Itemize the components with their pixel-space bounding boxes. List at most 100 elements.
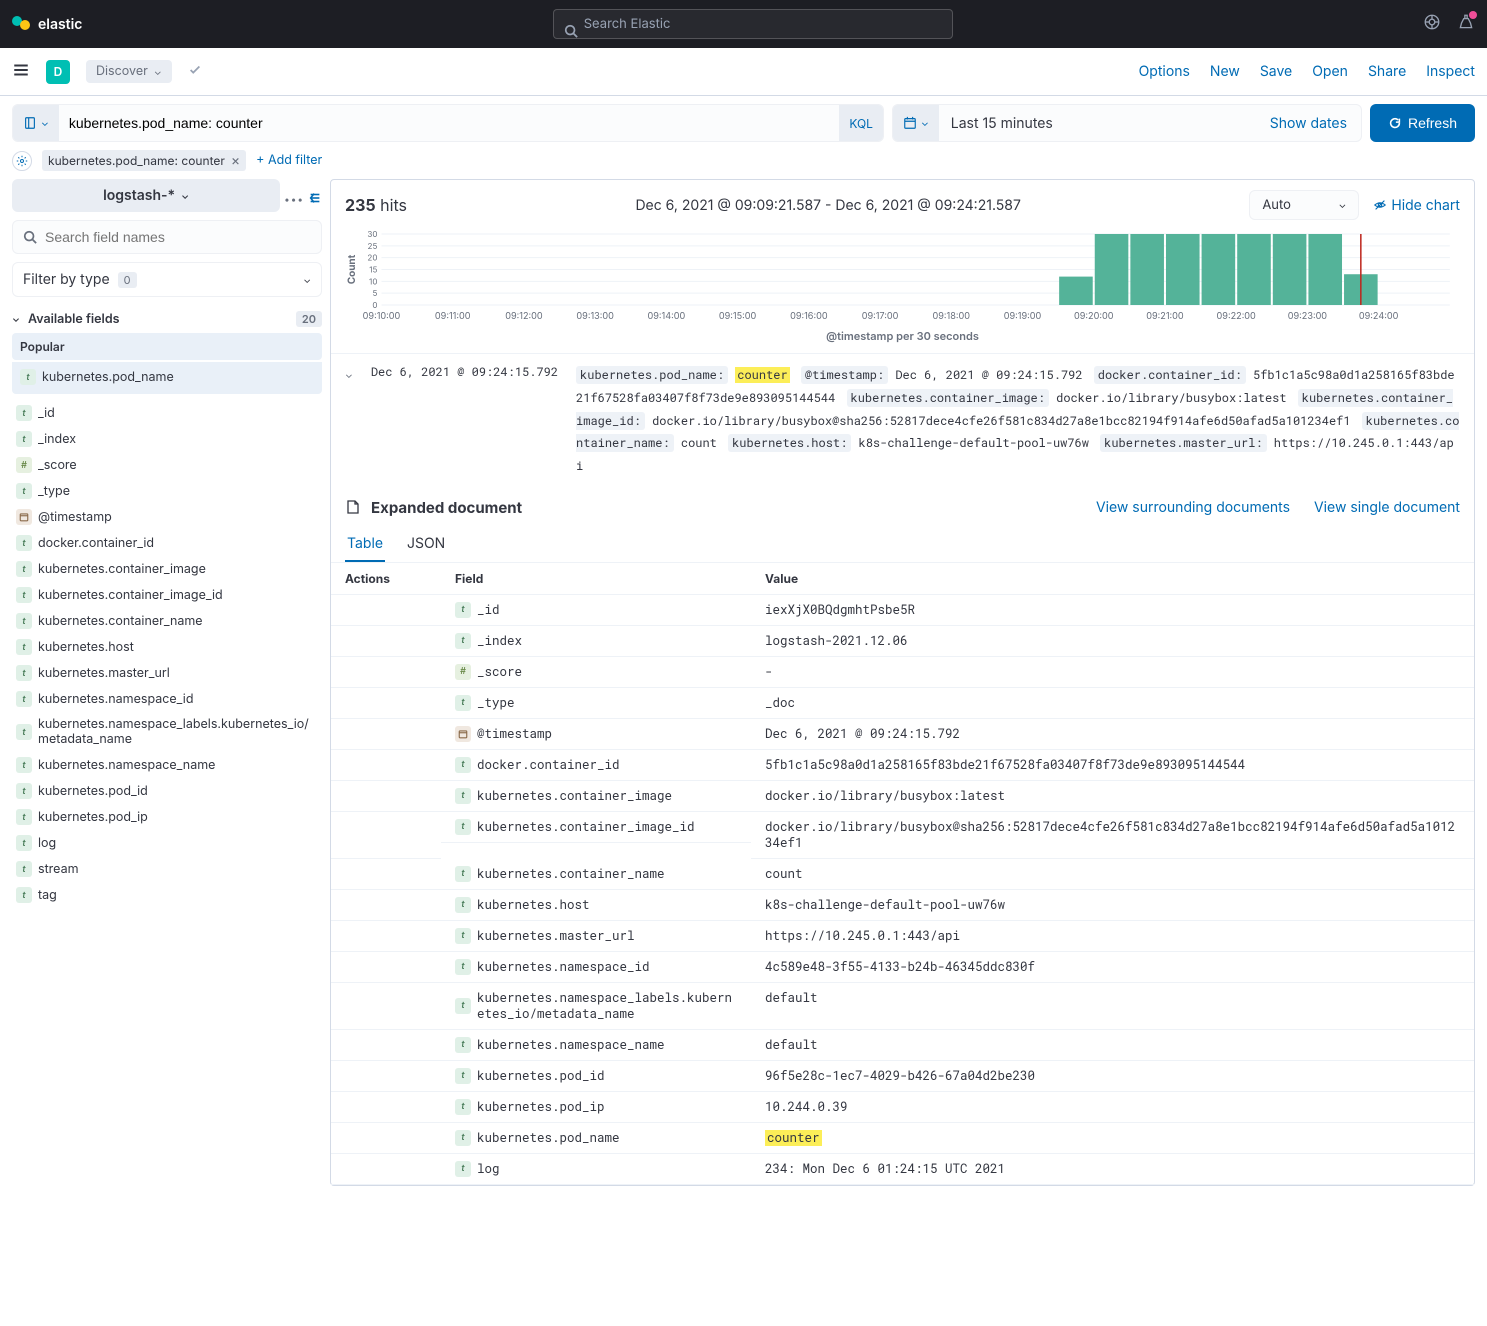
- row-field: t_type: [441, 688, 751, 719]
- filter-by-type[interactable]: Filter by type 0 ⌄: [12, 262, 322, 297]
- search-icon: [564, 24, 578, 38]
- date-range-label[interactable]: Last 15 minutes: [939, 105, 1256, 141]
- collapse-icon[interactable]: [308, 191, 322, 208]
- th-field: Field: [441, 563, 751, 595]
- row-actions[interactable]: [331, 719, 441, 750]
- field-item[interactable]: tkubernetes.pod_id: [12, 778, 322, 804]
- field-item[interactable]: tkubernetes.pod_name: [16, 364, 318, 390]
- svg-text:5: 5: [372, 288, 377, 298]
- query-input[interactable]: [59, 105, 840, 141]
- row-field: tkubernetes.container_image: [441, 781, 751, 812]
- field-item[interactable]: tkubernetes.pod_ip: [12, 804, 322, 830]
- space-avatar[interactable]: D: [46, 60, 70, 84]
- row-actions[interactable]: [331, 750, 441, 781]
- eye-closed-icon: [1373, 198, 1387, 212]
- filter-pill[interactable]: kubernetes.pod_name: counter ×: [42, 150, 246, 171]
- document-row: ⌄ Dec 6, 2021 @ 09:24:15.792 kubernetes.…: [331, 353, 1474, 488]
- field-search-input[interactable]: [45, 229, 311, 245]
- expand-toggle-icon[interactable]: ⌄: [345, 366, 353, 381]
- row-actions[interactable]: [331, 1123, 441, 1154]
- row-actions[interactable]: [331, 1030, 441, 1061]
- options-link[interactable]: Options: [1139, 63, 1190, 80]
- save-link[interactable]: Save: [1260, 63, 1292, 80]
- row-field: tkubernetes.pod_id: [441, 1061, 751, 1092]
- refresh-button[interactable]: Refresh: [1370, 104, 1475, 142]
- close-icon[interactable]: ×: [231, 152, 240, 169]
- histogram-chart[interactable]: Count05101520253009:10:0009:11:0009:12:0…: [331, 230, 1474, 353]
- open-link[interactable]: Open: [1312, 63, 1348, 80]
- table-row: #_score -: [331, 657, 1474, 688]
- more-icon[interactable]: •••: [284, 194, 304, 206]
- row-actions[interactable]: [331, 952, 441, 983]
- show-dates-link[interactable]: Show dates: [1256, 105, 1361, 141]
- search-elastic-input[interactable]: Search Elastic: [553, 9, 953, 39]
- row-actions[interactable]: [331, 1061, 441, 1092]
- row-actions[interactable]: [331, 781, 441, 812]
- field-item[interactable]: tstream: [12, 856, 322, 882]
- row-actions[interactable]: [331, 921, 441, 952]
- field-item[interactable]: tkubernetes.container_name: [12, 608, 322, 634]
- view-single-link[interactable]: View single document: [1314, 499, 1460, 516]
- interval-select[interactable]: Auto ⌄: [1249, 190, 1359, 220]
- field-item[interactable]: tkubernetes.master_url: [12, 660, 322, 686]
- text-field-icon: t: [455, 1037, 471, 1053]
- row-field: t_index: [441, 626, 751, 657]
- field-item[interactable]: ttag: [12, 882, 322, 908]
- hide-chart-link[interactable]: Hide chart: [1373, 197, 1460, 214]
- row-field: @timestamp: [441, 719, 751, 750]
- text-field-icon: t: [16, 757, 32, 773]
- field-item[interactable]: t_index: [12, 426, 322, 452]
- time-range-display: Dec 6, 2021 @ 09:09:21.587 - Dec 6, 2021…: [421, 197, 1235, 214]
- app-breadcrumb[interactable]: Discover ⌄: [86, 60, 172, 83]
- row-field: tkubernetes.namespace_name: [441, 1030, 751, 1061]
- number-field-icon: #: [455, 664, 471, 680]
- help-icon[interactable]: [1423, 13, 1441, 35]
- row-actions[interactable]: [331, 812, 441, 859]
- inspect-link[interactable]: Inspect: [1426, 63, 1475, 80]
- field-search[interactable]: [12, 220, 322, 254]
- row-actions[interactable]: [331, 983, 441, 1030]
- kql-toggle[interactable]: KQL: [839, 105, 883, 141]
- field-item-label: kubernetes.host: [38, 640, 134, 655]
- available-fields-toggle[interactable]: ⌄ Available fields 20: [12, 305, 322, 333]
- view-surrounding-link[interactable]: View surrounding documents: [1096, 499, 1290, 516]
- field-item[interactable]: t kubernetes.host: [12, 634, 322, 660]
- row-value: Dec 6, 2021 @ 09:24:15.792: [751, 719, 1474, 750]
- row-actions[interactable]: [331, 890, 441, 921]
- row-actions[interactable]: [331, 688, 441, 719]
- share-link[interactable]: Share: [1368, 63, 1406, 80]
- field-item[interactable]: tkubernetes.namespace_name: [12, 752, 322, 778]
- field-item[interactable]: t_type: [12, 478, 322, 504]
- field-item[interactable]: tkubernetes.container_image_id: [12, 582, 322, 608]
- row-actions[interactable]: [331, 1154, 441, 1185]
- field-item[interactable]: tlog: [12, 830, 322, 856]
- row-actions[interactable]: [331, 859, 441, 890]
- table-row: t_type_doc: [331, 688, 1474, 719]
- field-item[interactable]: tkubernetes.container_image: [12, 556, 322, 582]
- field-item[interactable]: @timestamp: [12, 504, 322, 530]
- tab-table[interactable]: Table: [345, 527, 385, 562]
- text-field-icon: t: [16, 639, 32, 655]
- filter-options-icon[interactable]: [12, 151, 32, 171]
- field-item[interactable]: tdocker.container_id: [12, 530, 322, 556]
- field-item[interactable]: tkubernetes.namespace_labels.kubernetes_…: [12, 712, 322, 752]
- row-value: count: [751, 859, 1474, 890]
- newsfeed-icon[interactable]: [1457, 13, 1475, 35]
- doc-tabs: Table JSON: [331, 527, 1474, 563]
- new-link[interactable]: New: [1210, 63, 1240, 80]
- row-actions[interactable]: [331, 626, 441, 657]
- index-pattern-select[interactable]: logstash-* ⌄: [12, 179, 280, 212]
- filter-toggle[interactable]: ⌄: [13, 105, 59, 141]
- elastic-logo[interactable]: elastic: [12, 14, 82, 34]
- date-toggle[interactable]: ⌄: [893, 105, 939, 141]
- row-actions[interactable]: [331, 594, 441, 626]
- add-filter-link[interactable]: + Add filter: [256, 153, 322, 168]
- field-item[interactable]: #_score: [12, 452, 322, 478]
- field-item[interactable]: t_id: [12, 400, 322, 426]
- row-actions[interactable]: [331, 657, 441, 688]
- field-item[interactable]: tkubernetes.namespace_id: [12, 686, 322, 712]
- tab-json[interactable]: JSON: [405, 527, 447, 562]
- row-actions[interactable]: [331, 1092, 441, 1123]
- row-field: #_score: [441, 657, 751, 688]
- hamburger-menu-icon[interactable]: [12, 61, 30, 83]
